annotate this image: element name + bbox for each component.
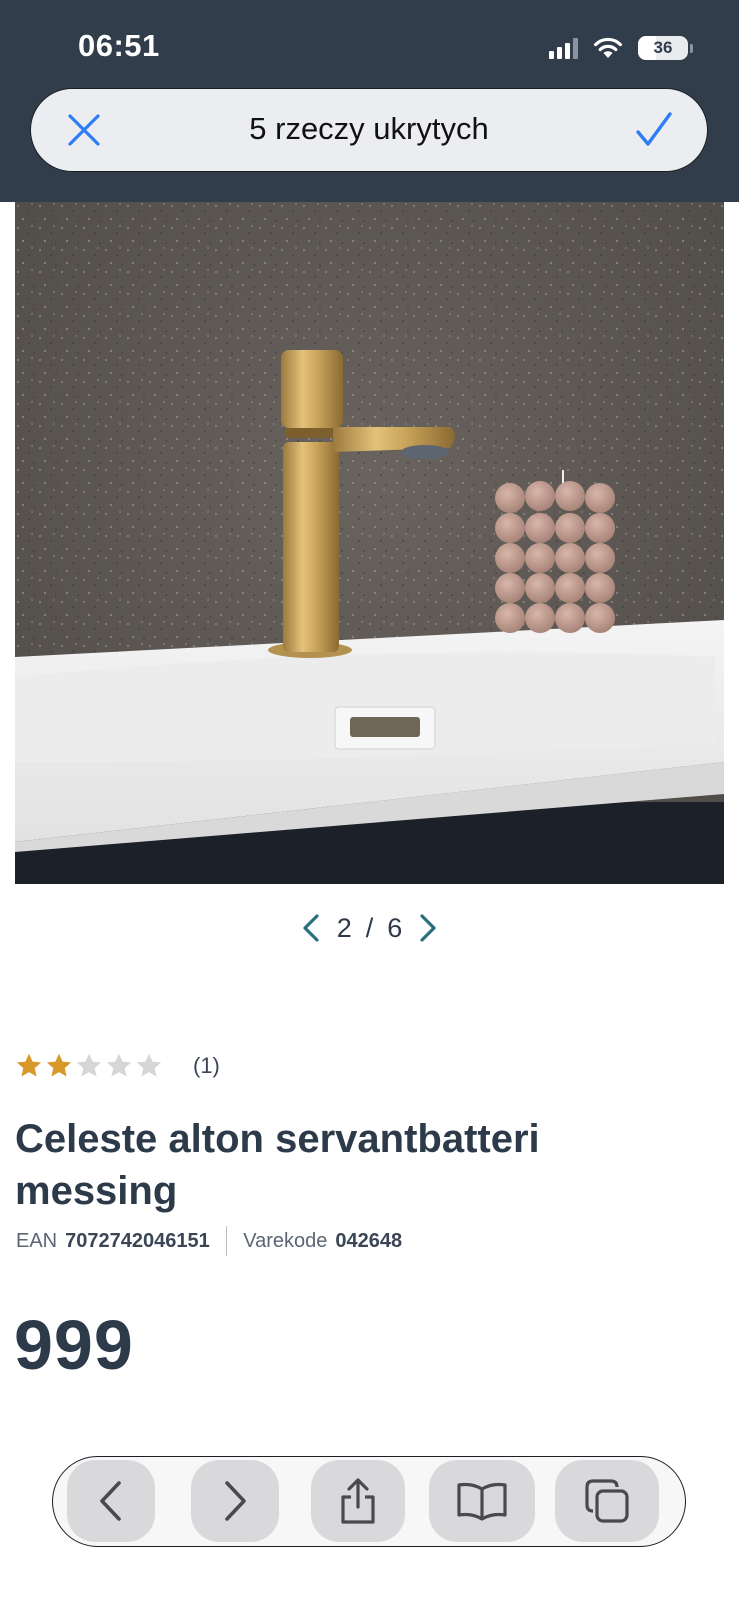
tabs-icon: [585, 1479, 629, 1523]
product-rating[interactable]: (1): [15, 1050, 220, 1082]
wifi-icon: [594, 37, 622, 58]
battery-tip: [690, 43, 693, 53]
bookmarks-button[interactable]: [429, 1460, 535, 1542]
star-empty-icon: [106, 1053, 132, 1077]
browser-toolbar: [52, 1456, 686, 1547]
previous-image-button[interactable]: [297, 912, 325, 944]
status-time: 06:51: [78, 28, 160, 63]
top-header: 06:51 36 5 rzeczy ukrytych: [0, 0, 739, 202]
battery-level: 36: [653, 38, 673, 57]
product-title: Celeste alton servantbatteri messing: [15, 1117, 540, 1213]
status-indicators: 36: [549, 34, 693, 62]
forward-icon: [225, 1481, 246, 1521]
checkmark-icon: [636, 112, 672, 146]
current-image-number: 2: [336, 912, 352, 943]
faucet-photo: [15, 202, 724, 884]
find-on-page-bar: 5 rzeczy ukrytych: [30, 88, 708, 172]
back-icon: [100, 1481, 121, 1521]
chevron-right-icon: [420, 914, 436, 942]
star-filled-icon: [16, 1053, 42, 1077]
share-icon: [341, 1478, 375, 1524]
close-icon: [68, 114, 100, 146]
done-button[interactable]: [629, 105, 679, 155]
pager-separator: /: [365, 912, 374, 943]
rating-count: (1): [193, 1053, 220, 1078]
ean-value: 7072742046151: [65, 1229, 210, 1252]
sku-value: 042648: [335, 1229, 403, 1252]
product-codes: EAN 7072742046151 Varekode 042648: [16, 1226, 402, 1256]
product-price: 999: [14, 1306, 134, 1384]
code-divider: [225, 1226, 228, 1256]
sku-label: Varekode: [243, 1229, 328, 1252]
star-empty-icon: [136, 1053, 162, 1077]
star-filled-icon: [46, 1053, 72, 1077]
find-result-label: 5 rzeczy ukrytych: [249, 111, 489, 146]
ean-label: EAN: [16, 1229, 58, 1252]
chevron-left-icon: [303, 914, 319, 942]
battery-indicator: 36: [638, 36, 688, 60]
tabs-button[interactable]: [555, 1460, 659, 1542]
cellular-signal-icon: [549, 37, 578, 59]
next-image-button[interactable]: [414, 912, 442, 944]
product-image[interactable]: [15, 202, 724, 884]
total-images-number: 6: [387, 912, 403, 943]
back-button[interactable]: [67, 1460, 155, 1542]
close-button[interactable]: [61, 107, 107, 153]
bookmarks-icon: [457, 1482, 507, 1521]
share-button[interactable]: [311, 1460, 405, 1542]
star-empty-icon: [76, 1053, 102, 1077]
star-rating: [15, 1052, 163, 1080]
forward-button[interactable]: [191, 1460, 279, 1542]
image-pager: 2 / 6: [0, 908, 739, 948]
